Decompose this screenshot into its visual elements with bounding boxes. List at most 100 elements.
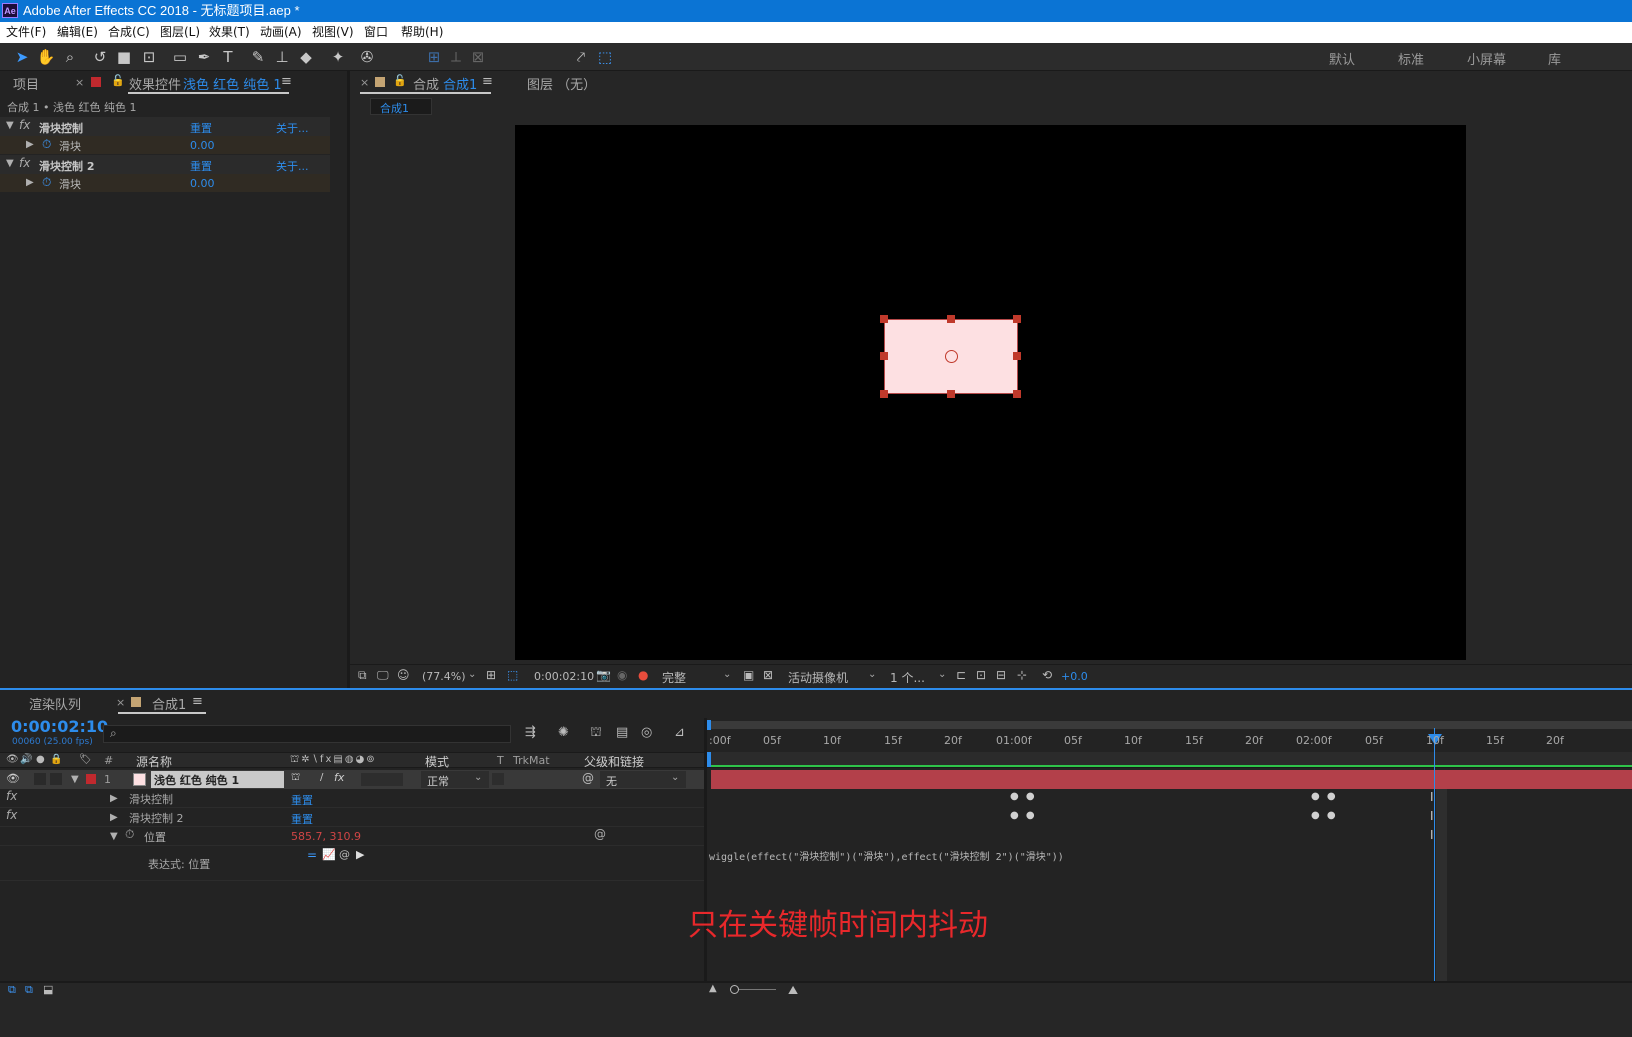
reset-link[interactable]: 重置 <box>291 792 313 808</box>
expression-pickwhip-icon[interactable]: @ <box>594 827 606 841</box>
video-switch-icon[interactable]: 👁 <box>6 754 19 765</box>
snap-options-icon[interactable]: ⤤ <box>571 47 591 67</box>
lock-box[interactable] <box>50 773 62 785</box>
workspace-small-screen[interactable]: 小屏幕 <box>1467 49 1506 68</box>
shy-switch-icon[interactable]: ⛫ <box>291 772 300 785</box>
layer-search-input[interactable]: ⌕ <box>103 725 511 743</box>
workspace-standard[interactable]: 标准 <box>1398 49 1424 68</box>
current-time-display[interactable]: 0:00:02:10 <box>11 717 108 736</box>
collapse-arrow-icon[interactable]: ▼ <box>6 158 14 169</box>
effect-row[interactable]: ▼ fx 滑块控制 2 重置 关于... <box>0 155 330 174</box>
lock-switch-icon[interactable]: 🔒 <box>50 754 62 765</box>
monitor-icon[interactable]: 🖵 <box>377 668 389 683</box>
expression-graph-icon[interactable]: 📈 <box>322 848 336 861</box>
transfer-controls-toggle-icon[interactable]: ⧉ <box>25 983 33 997</box>
tab-effect-controls[interactable]: 效果控件 <box>129 74 181 93</box>
menu-help[interactable]: 帮助(H) <box>401 22 443 43</box>
layer-switches-toggle-icon[interactable]: ⧉ <box>8 983 16 997</box>
expand-arrow-icon[interactable]: ▶ <box>110 812 118 823</box>
composition-canvas[interactable] <box>515 125 1466 660</box>
exposure-value[interactable]: +0.0 <box>1061 670 1088 683</box>
toggle-transparency-icon[interactable]: ⊠ <box>763 668 773 682</box>
reset-exposure-icon[interactable]: ⟲ <box>1042 668 1052 682</box>
chevron-down-icon[interactable]: ⌄ <box>723 669 731 680</box>
menu-file[interactable]: 文件(F) <box>6 22 46 43</box>
position-value[interactable]: 585.7, 310.9 <box>291 830 361 843</box>
anchor-point-icon[interactable] <box>945 350 958 363</box>
timeline-icon[interactable]: ⊡ <box>976 668 986 682</box>
workspace-default[interactable]: 默认 <box>1329 49 1355 68</box>
view-axis-icon[interactable]: ⊠ <box>468 47 488 67</box>
collapse-arrow-icon[interactable]: ▼ <box>6 120 14 131</box>
graph-editor-icon[interactable]: ⊿ <box>674 725 685 740</box>
stopwatch-icon[interactable]: ⏱ <box>42 175 51 190</box>
rectangle-tool-icon[interactable]: ▭ <box>170 47 190 67</box>
lock-icon[interactable]: 🔓 <box>393 74 407 87</box>
column-source-name[interactable]: 源名称 <box>136 753 172 770</box>
panel-menu-icon[interactable]: ≡ <box>281 74 292 89</box>
column-trkmat[interactable]: TrkMat <box>513 754 550 767</box>
chevron-down-icon[interactable]: ⌄ <box>868 669 876 680</box>
about-link[interactable]: 关于... <box>276 158 309 174</box>
expression-language-menu-icon[interactable]: ▶ <box>356 848 364 861</box>
rotate-tool-icon[interactable]: ↺ <box>90 47 110 67</box>
mask-icon[interactable]: ☺ <box>397 668 410 682</box>
tab-layer[interactable]: 图层 （无） <box>527 74 596 93</box>
zoom-out-icon[interactable]: ▲ <box>709 983 717 994</box>
position-property-row[interactable]: ▼ ⏱ 位置 585.7, 310.9 @ <box>0 827 704 846</box>
quality-switch-icon[interactable]: / <box>320 772 323 783</box>
keyframe-pair[interactable]: ● ● <box>1311 791 1338 802</box>
preserve-transparency-box[interactable] <box>492 773 504 785</box>
expand-arrow-icon[interactable]: ▶ <box>110 793 118 804</box>
keyframe-pair[interactable]: ● ● <box>1010 810 1037 821</box>
expression-code[interactable]: wiggle(effect("滑块控制")("滑块"),effect("滑块控制… <box>709 848 1064 863</box>
local-axis-icon[interactable]: ⊞ <box>424 47 444 67</box>
solo-switch-icon[interactable]: ● <box>36 754 45 765</box>
shy-layers-icon[interactable]: ⛫ <box>590 725 602 742</box>
camera-select[interactable]: 活动摄像机 <box>788 669 848 686</box>
collapse-arrow-icon[interactable]: ▼ <box>110 831 118 842</box>
clone-stamp-tool-icon[interactable]: ⊥ <box>272 47 292 67</box>
property-value[interactable]: 0.00 <box>190 177 215 190</box>
viewer-timecode[interactable]: 0:00:02:10 <box>534 670 594 683</box>
comp-mini-flowchart-icon[interactable]: ⇶ <box>525 725 536 740</box>
snap-feature-icon[interactable]: ⬚ <box>595 47 615 67</box>
type-tool-icon[interactable]: T <box>218 47 238 67</box>
fast-preview-icon[interactable]: ▣ <box>743 668 754 682</box>
close-tab-icon[interactable]: × <box>75 76 84 89</box>
views-select[interactable]: 1 个... <box>890 669 925 686</box>
label-tag-icon[interactable]: 🏷 <box>79 754 92 765</box>
in-out-toggle-icon[interactable]: ⬓ <box>43 983 53 996</box>
camera-tool-icon[interactable]: ■ <box>114 47 134 67</box>
transform-handle[interactable] <box>947 390 955 398</box>
show-snapshot-icon[interactable]: ◉ <box>617 668 627 682</box>
zoom-level[interactable]: (77.4%) <box>422 670 466 683</box>
about-link[interactable]: 关于... <box>276 120 309 136</box>
zoom-in-icon[interactable]: ⛰ <box>788 983 798 998</box>
lock-icon[interactable]: 🔓 <box>111 74 125 87</box>
mode-select[interactable]: 正常 ⌄ <box>421 771 489 788</box>
visibility-eye-icon[interactable]: 👁 <box>6 772 20 785</box>
pan-behind-tool-icon[interactable]: ⊡ <box>139 47 159 67</box>
effect-row[interactable]: ▼ fx 滑块控制 重置 关于... <box>0 117 330 136</box>
menu-layer[interactable]: 图层(L) <box>160 22 200 43</box>
brush-tool-icon[interactable]: ✎ <box>248 47 268 67</box>
fx-icon[interactable]: fx <box>6 789 17 803</box>
resolution-select[interactable]: 完整 <box>662 669 686 686</box>
effect-sub-row[interactable]: fx ▶ 滑块控制 重置 <box>0 789 704 808</box>
work-area-row[interactable] <box>707 752 1632 768</box>
region-of-interest-icon[interactable]: ⊞ <box>486 668 496 682</box>
pixel-aspect-icon[interactable]: ⊏ <box>956 668 966 682</box>
pen-tool-icon[interactable]: ✒ <box>194 47 214 67</box>
transform-handle[interactable] <box>947 315 955 323</box>
tab-project[interactable]: 项目 <box>13 74 39 93</box>
keyframe-pair[interactable]: ● ● <box>1010 791 1037 802</box>
snapshot-camera-icon[interactable]: 📷 <box>596 668 611 682</box>
column-parent[interactable]: 父级和链接 <box>584 753 644 770</box>
zoom-tool-icon[interactable]: ⌕ <box>60 47 80 67</box>
chevron-down-icon[interactable]: ⌄ <box>468 669 476 680</box>
solid-layer[interactable] <box>884 319 1018 394</box>
work-area-bar[interactable] <box>707 721 1632 729</box>
channel-rgb-icon[interactable]: ● <box>638 668 648 682</box>
property-value[interactable]: 0.00 <box>190 139 215 152</box>
